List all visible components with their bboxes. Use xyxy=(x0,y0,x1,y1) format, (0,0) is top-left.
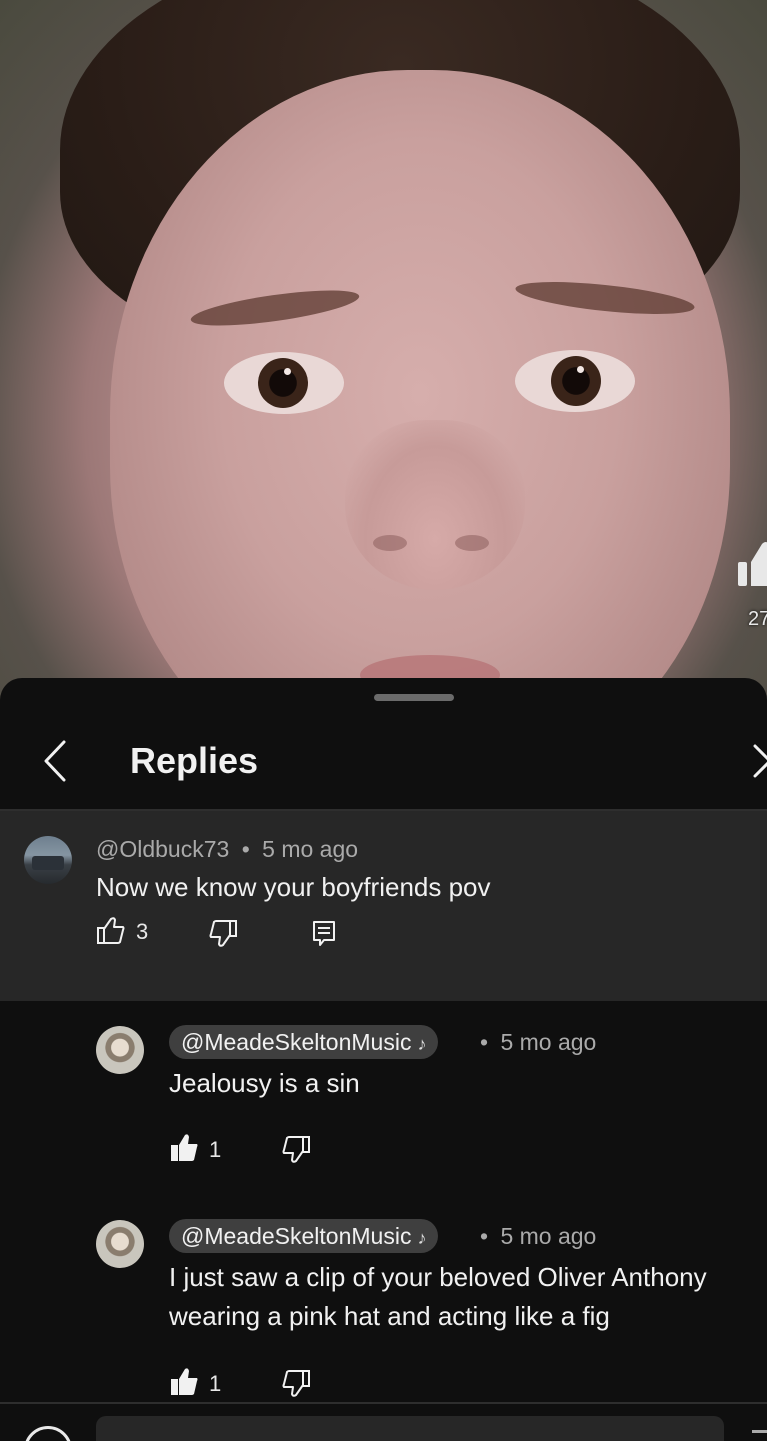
video-player[interactable]: 27 xyxy=(0,0,767,700)
comment-time: 5 mo ago xyxy=(262,836,359,862)
video-like-icon[interactable] xyxy=(738,540,767,588)
reply-author: @MeadeSkeltonMusic xyxy=(181,1029,412,1055)
video-like-count: 27 xyxy=(748,608,767,630)
video-frame-eye xyxy=(515,350,635,412)
video-frame-nostril xyxy=(455,535,489,551)
meta-separator: • xyxy=(480,1029,489,1055)
current-user-avatar xyxy=(24,1426,72,1441)
reply-input[interactable] xyxy=(96,1416,724,1441)
meta-separator: • xyxy=(480,1223,489,1249)
comment-author[interactable]: @Oldbuck73 xyxy=(96,836,229,862)
sheet-title: Replies xyxy=(130,740,259,781)
video-frame-nose xyxy=(345,420,525,590)
thumbs-down-icon[interactable] xyxy=(208,918,238,948)
reply-time: 5 mo ago xyxy=(500,1223,597,1249)
reply-icon[interactable] xyxy=(310,918,340,948)
reply-meta: • 5 mo ago xyxy=(480,1223,596,1250)
avatar[interactable] xyxy=(96,1026,144,1074)
footer-divider xyxy=(0,1402,767,1404)
meta-separator: • xyxy=(241,836,250,862)
reply-time: 5 mo ago xyxy=(500,1029,597,1055)
avatar[interactable] xyxy=(96,1220,144,1268)
thumbs-up-icon[interactable] xyxy=(169,1367,199,1397)
replies-sheet: Replies @Oldbuck73 • 5 mo ago Now we kno… xyxy=(0,678,767,1441)
parent-comment: @Oldbuck73 • 5 mo ago Now we know your b… xyxy=(0,811,767,1001)
thumbs-down-icon[interactable] xyxy=(281,1368,311,1398)
close-icon[interactable] xyxy=(745,736,767,786)
video-frame-nostril xyxy=(373,535,407,551)
music-note-icon: ♪ xyxy=(417,1034,427,1054)
video-frame-face xyxy=(110,70,730,700)
back-arrow-icon[interactable] xyxy=(36,736,76,786)
reply-text: Jealousy is a sin xyxy=(169,1068,360,1098)
author-chip[interactable]: @MeadeSkeltonMusic ♪ xyxy=(169,1219,439,1253)
drag-handle[interactable] xyxy=(374,694,454,701)
like-count: 1 xyxy=(209,1137,222,1162)
comment-text: Now we know your boyfriends pov xyxy=(96,872,491,902)
comment-meta: @Oldbuck73 • 5 mo ago xyxy=(96,836,358,863)
thumbs-up-icon[interactable] xyxy=(96,916,126,946)
thumbs-down-icon[interactable] xyxy=(281,1134,311,1164)
reply-author: @MeadeSkeltonMusic xyxy=(181,1223,412,1249)
reply-text: I just saw a clip of your beloved Oliver… xyxy=(169,1262,707,1331)
avatar[interactable] xyxy=(24,836,72,884)
author-chip[interactable]: @MeadeSkeltonMusic ♪ xyxy=(169,1025,439,1059)
reply-meta: • 5 mo ago xyxy=(480,1029,596,1056)
music-note-icon: ♪ xyxy=(417,1228,427,1248)
menu-icon[interactable] xyxy=(752,1430,767,1433)
video-frame-eye xyxy=(224,352,344,414)
like-count: 3 xyxy=(136,919,149,944)
thumbs-up-icon[interactable] xyxy=(169,1133,199,1163)
like-count: 1 xyxy=(209,1371,222,1396)
